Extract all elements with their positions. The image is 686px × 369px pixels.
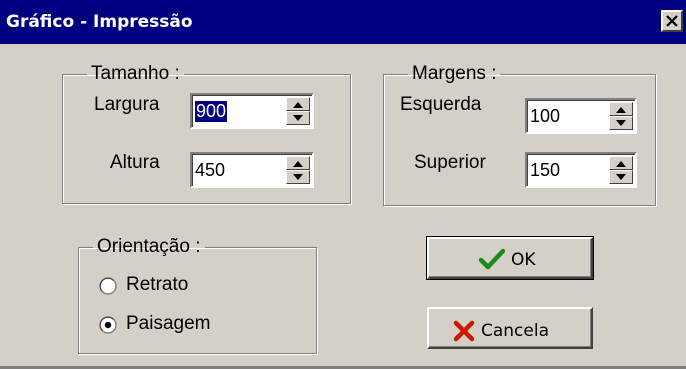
arrow-down-icon bbox=[293, 115, 303, 121]
esquerda-value[interactable]: 100 bbox=[530, 106, 560, 127]
arrow-down-icon bbox=[616, 174, 626, 180]
superior-spinbox[interactable]: 150 bbox=[525, 152, 637, 188]
arrow-up-icon bbox=[293, 102, 303, 108]
orientacao-group: Orientação : bbox=[78, 237, 317, 354]
arrow-up-icon bbox=[616, 161, 626, 167]
largura-value[interactable]: 900 bbox=[195, 101, 228, 122]
esquerda-spinbox[interactable]: 100 bbox=[525, 98, 637, 134]
altura-down-button[interactable] bbox=[286, 170, 310, 184]
window-title: Gráfico - Impressão bbox=[6, 12, 193, 32]
altura-value[interactable]: 450 bbox=[195, 160, 225, 181]
largura-down-button[interactable] bbox=[286, 111, 310, 125]
margens-legend: Margens : bbox=[412, 63, 497, 84]
esquerda-down-button[interactable] bbox=[609, 116, 633, 130]
superior-down-button[interactable] bbox=[609, 170, 633, 184]
superior-value[interactable]: 150 bbox=[530, 160, 560, 181]
largura-label: Largura bbox=[94, 94, 160, 115]
esquerda-up-button[interactable] bbox=[609, 102, 633, 116]
close-icon bbox=[666, 15, 678, 27]
cancel-label: Cancela bbox=[481, 321, 550, 341]
altura-spinbox[interactable]: 450 bbox=[190, 152, 314, 188]
superior-label: Superior bbox=[414, 152, 486, 173]
orientacao-legend: Orientação : bbox=[97, 236, 201, 257]
close-button[interactable] bbox=[661, 10, 683, 32]
paisagem-label[interactable]: Paisagem bbox=[126, 313, 211, 335]
ok-button[interactable]: OK bbox=[426, 236, 594, 280]
cancel-button[interactable]: Cancela bbox=[427, 307, 593, 349]
arrow-up-icon bbox=[616, 107, 626, 113]
largura-spinbox[interactable]: 900 bbox=[190, 93, 314, 129]
retrato-label[interactable]: Retrato bbox=[126, 274, 188, 296]
arrow-up-icon bbox=[293, 161, 303, 167]
tamanho-legend: Tamanho : bbox=[91, 63, 180, 84]
radio-selected-dot bbox=[104, 321, 112, 329]
arrow-down-icon bbox=[293, 174, 303, 180]
print-dialog: Gráfico - Impressão Tamanho : Largura 90… bbox=[0, 0, 686, 369]
largura-up-button[interactable] bbox=[286, 97, 310, 111]
altura-label: Altura bbox=[110, 152, 160, 173]
title-bar[interactable]: Gráfico - Impressão bbox=[0, 0, 686, 44]
check-icon bbox=[479, 248, 505, 270]
radio-retrato[interactable] bbox=[99, 277, 117, 295]
altura-up-button[interactable] bbox=[286, 156, 310, 170]
radio-paisagem[interactable] bbox=[99, 316, 117, 334]
x-icon bbox=[453, 320, 475, 342]
arrow-down-icon bbox=[616, 120, 626, 126]
esquerda-label: Esquerda bbox=[400, 94, 482, 115]
superior-up-button[interactable] bbox=[609, 156, 633, 170]
ok-label: OK bbox=[511, 250, 536, 270]
